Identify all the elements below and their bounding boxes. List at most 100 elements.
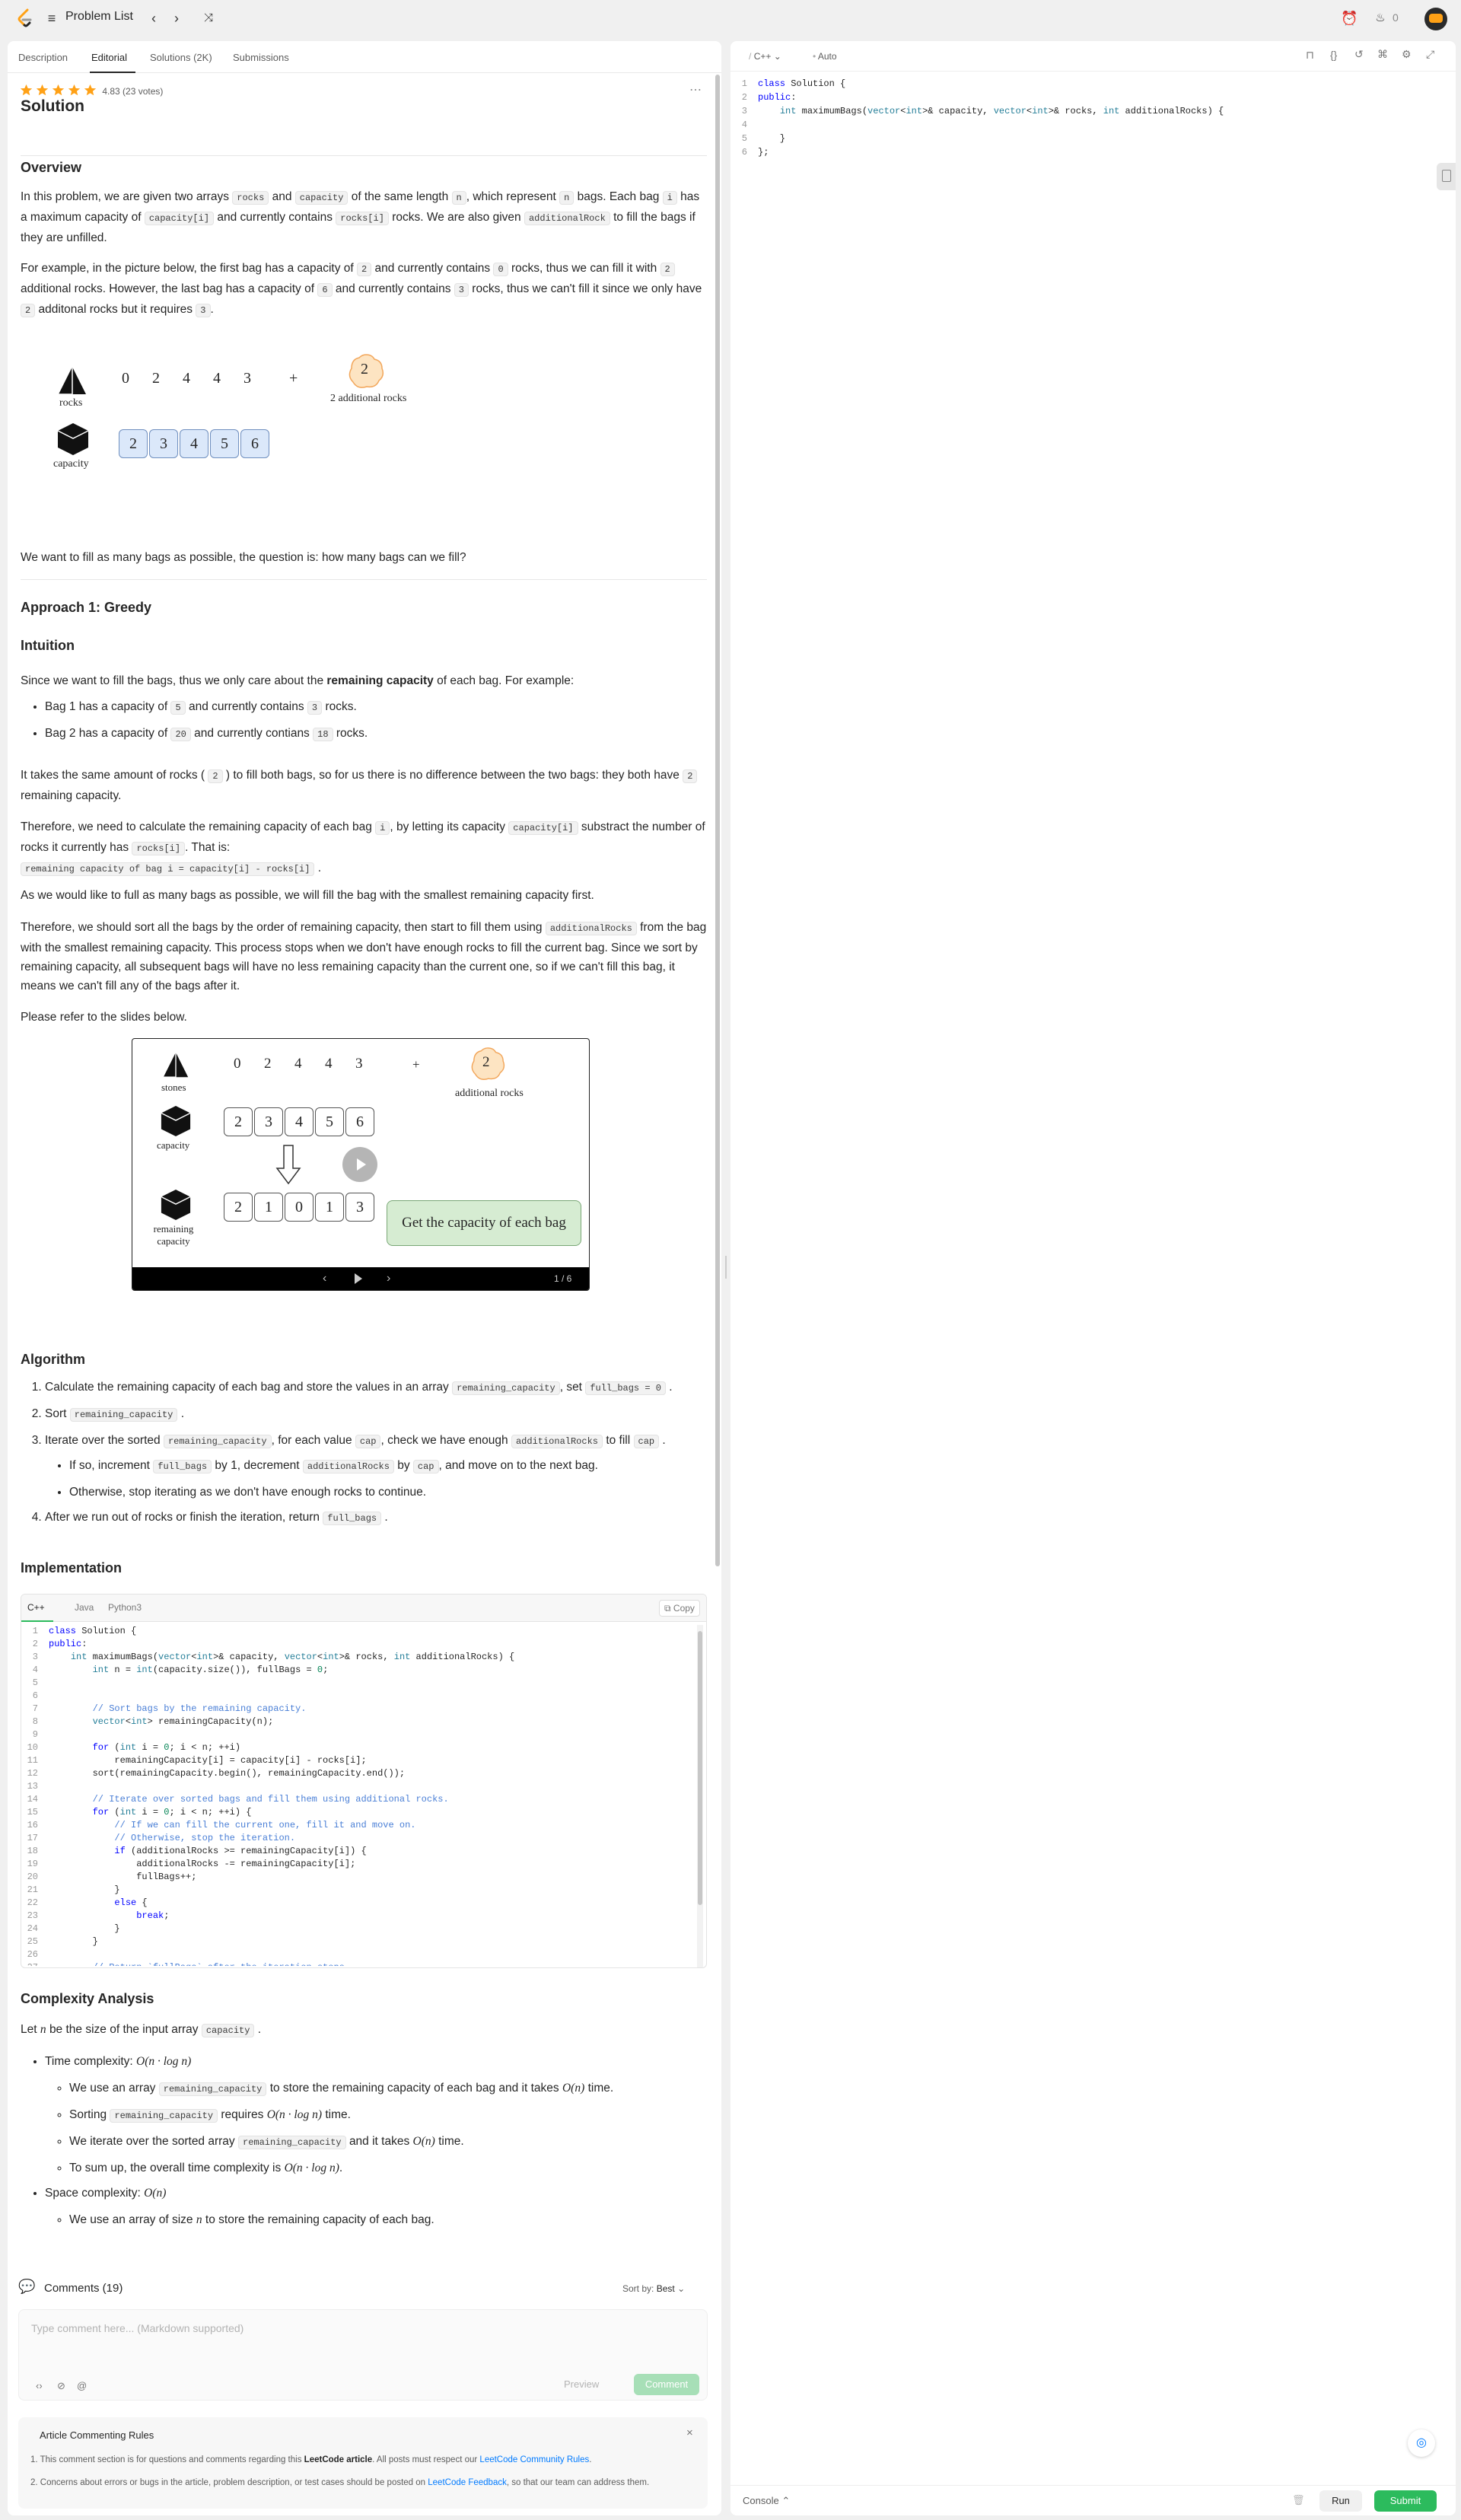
link-icon[interactable]: ⊘ [57,2380,65,2392]
tab-submissions[interactable]: Submissions [233,52,289,63]
submit-button[interactable]: Submit [1374,2490,1437,2512]
code-line: 16 // If we can fill the current one, fi… [27,1820,416,1830]
code-tab-python3[interactable]: Python3 [108,1602,142,1613]
stone-value: 2 [264,1056,272,1072]
chevron-left-icon[interactable]: ‹ [146,11,161,26]
capacity-box: 4 [180,429,208,458]
feedback-link[interactable]: LeetCode Feedback [428,2478,507,2487]
bookmark-icon[interactable]: ⊓ [1306,49,1314,62]
avatar[interactable] [1424,8,1447,30]
code-tabs: C++ Java Python3 ⧉ Copy [21,1595,706,1622]
play-overlay-button[interactable] [342,1147,377,1182]
chevron-right-icon[interactable]: › [169,11,184,26]
language-select[interactable]: / C++ ⌄ [749,51,781,62]
code-scrollbar[interactable] [697,1625,703,1967]
intuition-paragraph-2: It takes the same amount of rocks ( 2 ) … [21,766,707,805]
autocomplete-mode[interactable]: • Auto [813,51,837,62]
code-line: 27 // Return `fullBags` after the iterat… [21,1961,350,1966]
stones-icon [163,1052,189,1078]
capacity-box: 3 [254,1107,283,1136]
tab-solutions[interactable]: Solutions (2K) [150,52,212,63]
code-line: 7 // Sort bags by the remaining capacity… [32,1703,307,1714]
console-toggle[interactable]: Console ⌃ [743,2495,790,2507]
comment-button[interactable]: Comment [634,2374,699,2395]
panel-resize-handle[interactable] [724,1256,727,1279]
slides-intro: Please refer to the slides below. [21,1011,187,1024]
star-icon[interactable] [36,84,49,97]
star-icon[interactable] [20,84,33,97]
shortcuts-icon[interactable]: ⌘ [1377,48,1388,61]
code-icon[interactable]: ‹› [36,2380,43,2391]
stone-value: 4 [325,1056,333,1072]
settings-gear-icon[interactable]: ⚙ [1402,48,1412,61]
remaining-box: 3 [345,1193,374,1222]
stone-value: 0 [234,1056,241,1072]
code-line: 4 [741,119,747,130]
code-line: 26 [27,1949,38,1960]
stone-value: 3 [355,1056,363,1072]
code-line: 6}; [741,147,769,158]
code-editor[interactable]: 1 class Solution {2 public: 3 int maximumBa… [730,78,1446,230]
code-tab-cpp[interactable]: C++ [27,1602,45,1613]
shuffle-icon[interactable]: ⤨ [201,11,216,26]
prev-slide-icon[interactable]: ‹ [323,1272,326,1285]
star-icon[interactable] [68,84,81,97]
list-icon[interactable]: ≡ [44,11,59,26]
reset-icon[interactable]: ↺ [1354,48,1364,61]
alarm-clock-icon[interactable]: ⏰ [1341,11,1358,26]
close-icon[interactable]: × [686,2426,693,2439]
play-icon[interactable] [355,1273,362,1284]
code-line: 9 [32,1729,38,1740]
streak-flame-icon[interactable]: ♨ [1373,11,1388,26]
star-icon[interactable] [52,84,65,97]
code-tab-java[interactable]: Java [75,1602,94,1613]
list-item: We iterate over the sorted array remaini… [69,2132,707,2152]
preview-button[interactable]: Preview [564,2378,599,2390]
code-line: 2 public: [741,92,797,103]
next-slide-icon[interactable]: › [387,1272,390,1285]
chevron-down-icon: ⌄ [677,2283,686,2294]
mention-icon[interactable]: @ [77,2380,87,2391]
feedback-chat-icon[interactable]: ◎ [1408,2429,1435,2457]
capacity-box: 4 [285,1107,314,1136]
capacity-label: capacity [53,458,89,470]
fullscreen-icon[interactable]: ⤢ [1426,48,1434,61]
list-item: Bag 1 has a capacity of 5 and currently … [45,697,707,718]
trash-icon[interactable]: 🗑 [1292,2494,1305,2506]
list-item: We use an array remaining_capacity to st… [69,2079,707,2099]
complexity-list: Time complexity: O(n · log n) We use an … [21,2052,707,2235]
code-line: 15 for (int i = 0; i < n; ++i) { [27,1807,252,1818]
divider [21,579,707,580]
problem-tabs: Description Editorial Solutions (2K) Sub… [8,41,721,73]
star-icon[interactable] [84,84,97,97]
sub-steps: If so, increment full_bags by 1, decreme… [45,1456,707,1502]
editorial-scrollbar[interactable] [715,75,720,1566]
comment-input[interactable]: Type comment here... (Markdown supported… [31,2322,244,2334]
sort-by-dropdown[interactable]: Sort by: Best ⌄ [622,2283,685,2294]
more-options-icon[interactable]: ⋯ [689,82,702,97]
tab-editorial[interactable]: Editorial [91,52,127,63]
chevron-down-icon: ⌄ [773,51,781,62]
plus-sign: + [289,370,298,387]
capacity-box: 6 [345,1107,374,1136]
capacity-box: 2 [224,1107,253,1136]
leetcode-logo-icon[interactable] [17,8,33,28]
intuition-paragraph-3: Therefore, we need to calculate the rema… [21,820,705,876]
list-item: We use an array of size n to store the r… [69,2210,707,2229]
copy-button[interactable]: ⧉ Copy [659,1600,700,1617]
community-rules-link[interactable]: LeetCode Community Rules [479,2455,589,2464]
slide-counter: 1 / 6 [554,1273,572,1284]
problem-list-link[interactable]: Problem List [65,10,133,24]
code-line: 1 class Solution { [741,78,846,89]
code-line: 22 else { [27,1897,148,1908]
implementation-code[interactable]: 1 class Solution {2 public: 3 int maximumBa… [21,1625,691,1966]
complexity-intro: Let n be the size of the input array cap… [21,2023,262,2037]
capacity-box: 5 [210,429,239,458]
list-item: Iterate over the sorted remaining_capaci… [45,1431,707,1502]
top-bar: ≡ Problem List ‹ › ⤨ ⏰ ♨ 0 [0,0,1461,38]
code-line: 2 public: [32,1639,88,1649]
run-button[interactable]: Run [1319,2490,1362,2512]
braces-icon[interactable]: {} [1330,49,1337,61]
tab-description[interactable]: Description [18,52,68,63]
notes-tab[interactable] [1437,163,1456,190]
